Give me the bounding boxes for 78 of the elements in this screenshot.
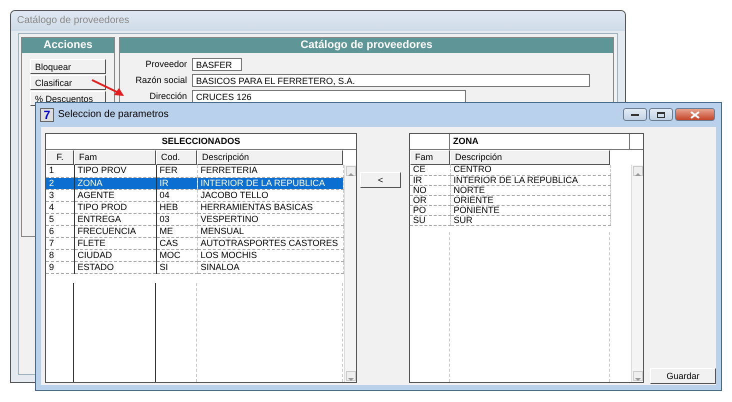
column-header[interactable]: Cod. <box>156 150 197 165</box>
table-cell: ENTREGA <box>74 213 156 225</box>
table-cell: JACOBO TELLO <box>197 189 343 201</box>
minimize-button[interactable] <box>623 108 647 121</box>
table-cell: PONIENTE <box>450 205 610 215</box>
table-cell: ORIENTE <box>450 195 610 205</box>
close-button[interactable] <box>675 108 715 121</box>
table-cell: 3 <box>46 189 74 201</box>
scrollbar[interactable] <box>631 165 643 382</box>
table-cell: 6 <box>46 225 74 237</box>
action-button[interactable]: Clasificar <box>30 75 106 90</box>
table-cell: CENTRO <box>450 165 610 175</box>
table-cell: AUTOTRASPORTES CASTORES <box>197 237 343 249</box>
table-cell: 04 <box>156 189 197 201</box>
table-cell: SU <box>410 215 450 225</box>
table-cell: LOS MOCHIS <box>197 249 343 261</box>
table-cell: NO <box>410 185 450 195</box>
move-left-button[interactable]: < <box>360 172 401 188</box>
panel-title: Catálogo de proveedores <box>120 38 613 53</box>
table-cell: FERRETERIA <box>197 165 343 177</box>
table-cell: HERRAMIENTAS BASICAS <box>197 201 343 213</box>
text-field[interactable]: BASFER <box>192 58 242 71</box>
table-cell: SINALOA <box>197 261 343 273</box>
table-cell: 1 <box>46 165 74 177</box>
grid-title: ZONA <box>450 134 630 149</box>
table-cell: ZONA <box>74 177 156 189</box>
table-cell: VESPERTINO <box>197 213 343 225</box>
field-label: Dirección <box>148 90 188 103</box>
table-cell: INTERIOR DE LA REPUBLICA <box>450 175 610 185</box>
table-cell: 7 <box>46 237 74 249</box>
text-field[interactable]: CRUCES 126 <box>192 90 466 103</box>
table-cell: HEB <box>156 201 197 213</box>
table-cell: NORTE <box>450 185 610 195</box>
table-cell: SI <box>156 261 197 273</box>
grid-title: SELECCIONADOS <box>160 135 242 148</box>
table-cell: TIPO PROD <box>74 201 156 213</box>
table-cell: ME <box>156 225 197 237</box>
table-cell: ESTADO <box>74 261 156 273</box>
close-icon <box>690 110 700 118</box>
column-header[interactable]: F. <box>46 150 74 165</box>
table-cell: PO <box>410 205 450 215</box>
table-cell: 5 <box>46 213 74 225</box>
column-header[interactable]: Fam <box>410 150 450 165</box>
table-cell: FER <box>156 165 197 177</box>
table-cell: SUR <box>450 215 610 225</box>
maximize-button[interactable] <box>649 108 673 121</box>
table-cell: CE <box>410 165 450 175</box>
table-cell: MOC <box>156 249 197 261</box>
column-header[interactable]: Descripción <box>197 150 343 165</box>
text-field[interactable]: BASICOS PARA EL FERRETERO, S.A. <box>192 74 590 87</box>
table-cell: 2 <box>46 177 74 189</box>
table-cell: AGENTE <box>74 189 156 201</box>
action-button[interactable]: Bloquear <box>30 59 106 74</box>
table-cell: 9 <box>46 261 74 273</box>
dialog-title: Seleccion de parametros <box>58 108 169 122</box>
column-header[interactable]: Descripción <box>450 150 610 165</box>
table-cell: CIUDAD <box>74 249 156 261</box>
column-header[interactable]: Fam <box>74 150 156 165</box>
table-cell: MENSUAL <box>197 225 343 237</box>
field-label: Proveedor <box>144 58 188 71</box>
save-button[interactable]: Guardar <box>650 368 716 384</box>
window-title: Catálogo de proveedores <box>11 11 625 31</box>
table-cell: 03 <box>156 213 197 225</box>
table-cell: IR <box>156 177 197 189</box>
table-cell: INTERIOR DE LA REPUBLICA <box>197 177 343 189</box>
scrollbar[interactable] <box>344 165 356 382</box>
table-cell: TIPO PROV <box>74 165 156 177</box>
table-cell: 4 <box>46 201 74 213</box>
field-label: Razón social <box>134 74 188 87</box>
table-cell: IR <box>410 175 450 185</box>
panel-title: Acciones <box>22 38 114 53</box>
table-cell: FLETE <box>74 237 156 249</box>
pointer-arrow <box>92 79 124 96</box>
table-cell: CAS <box>156 237 197 249</box>
table-cell: 8 <box>46 249 74 261</box>
table-cell: FRECUENCIA <box>74 225 156 237</box>
app-icon: 7 <box>40 108 54 122</box>
table-cell: OR <box>410 195 450 205</box>
